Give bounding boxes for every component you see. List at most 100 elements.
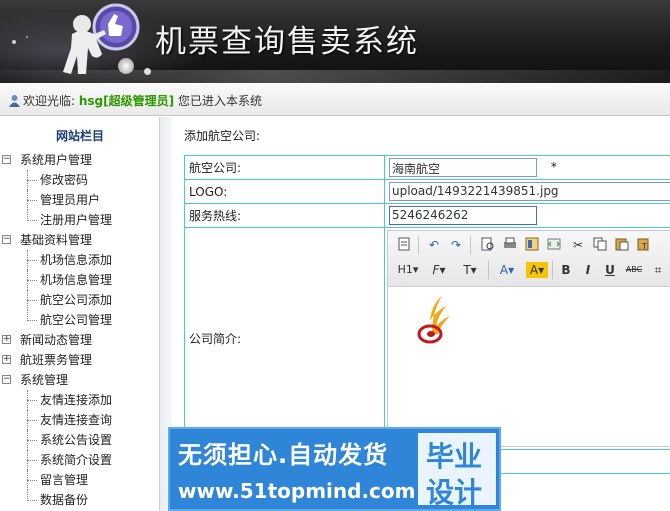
sidebar-item-label: 修改密码	[40, 173, 89, 187]
sidebar-group-label: 航班票务管理	[20, 353, 93, 367]
paste-icon[interactable]	[614, 237, 630, 253]
current-username: hsg[超级管理员]	[78, 94, 175, 108]
sidebar-group-news[interactable]: + 新闻动态管理	[0, 330, 160, 350]
sidebar-item-label: 友情连接查询	[40, 413, 113, 427]
sidebar-group-label: 新闻动态管理	[20, 333, 93, 347]
welcome-bar: 欢迎光临: hsg[超级管理员] 您已进入本系统	[0, 83, 670, 116]
print-icon[interactable]	[502, 237, 518, 253]
editor-toolbar: ↶ ↷ ✂ T H1▾ F▾ T▾ A▾ A▾ B I U ABC ⌗	[388, 231, 670, 287]
sidebar-item-messages[interactable]: 留言管理	[0, 470, 160, 490]
intro-cell: ↶ ↷ ✂ T H1▾ F▾ T▾ A▾ A▾ B I U ABC ⌗	[384, 227, 670, 450]
font-size-label: T	[463, 263, 471, 277]
sidebar-item-manage-airline[interactable]: 航空公司管理	[0, 310, 160, 330]
sidebar-item-manage-airport[interactable]: 机场信息管理	[0, 270, 160, 290]
sidebar-item-label: 留言管理	[40, 473, 89, 487]
heading-dropdown[interactable]: H1▾	[394, 262, 422, 278]
sidebar-item-label: 注册用户管理	[40, 213, 113, 227]
sidebar-item-add-airport[interactable]: 机场信息添加	[0, 250, 160, 270]
expand-icon[interactable]: +	[2, 335, 11, 344]
logo-label: LOGO:	[184, 179, 385, 204]
user-icon	[8, 94, 21, 107]
sidebar-item-query-link[interactable]: 友情连接查询	[0, 410, 160, 430]
strikethrough-button[interactable]: ABC	[624, 262, 644, 278]
bold-button[interactable]: B	[558, 262, 574, 278]
intro-label: 公司简介:	[184, 227, 385, 450]
section-title: 添加航空公司:	[184, 129, 261, 143]
toolbar-separator	[552, 261, 553, 279]
sidebar-item-add-airline[interactable]: 航空公司添加	[0, 290, 160, 310]
decor-dot	[26, 36, 28, 38]
highlight-button[interactable]: A▾	[526, 262, 548, 278]
sidebar-item-change-password[interactable]: 修改密码	[0, 170, 160, 190]
watermark-badge-line1: 毕业	[426, 440, 483, 473]
undo-icon[interactable]: ↶	[426, 237, 442, 253]
paste-text-icon[interactable]: T	[636, 237, 652, 253]
sidebar-item-announcement[interactable]: 系统公告设置	[0, 430, 160, 450]
welcome-prefix: 欢迎光临:	[23, 94, 76, 108]
touchscreen-figure-logo-icon	[60, 2, 150, 80]
watermark-badge-line2: 设计	[426, 476, 483, 509]
sidebar-group-system-users[interactable]: − 系统用户管理	[0, 150, 160, 170]
collapse-icon[interactable]: −	[2, 235, 11, 244]
sidebar-item-backup[interactable]: 数据备份	[0, 490, 160, 510]
sidebar-item-admin-users[interactable]: 管理员用户	[0, 190, 160, 210]
sidebar-tree: − 系统用户管理 修改密码 管理员用户 注册用户管理 − 基础资料管理 机场信息添加…	[0, 150, 160, 510]
logo-path-input[interactable]: upload/1493221439851.jpg	[389, 182, 670, 201]
sidebar-group-label: 系统用户管理	[20, 153, 93, 167]
copy-icon[interactable]	[592, 237, 608, 253]
highlight-label: A	[529, 263, 539, 277]
hotline-label: 服务热线:	[184, 203, 385, 228]
sidebar-item-label: 机场信息管理	[40, 273, 113, 287]
sidebar-group-flight-tickets[interactable]: + 航班票务管理	[0, 350, 160, 370]
italic-button[interactable]: I	[580, 262, 596, 278]
decor-dot	[12, 40, 16, 44]
font-color-label: A	[499, 263, 509, 277]
header-banner: 机票查询售卖系统	[0, 0, 670, 83]
hotline-cell: 5246246262	[384, 203, 670, 228]
cut-icon[interactable]: ✂	[570, 237, 586, 253]
sidebar-item-label: 数据备份	[40, 493, 89, 507]
svg-text:T: T	[641, 242, 647, 251]
template-icon[interactable]	[524, 237, 540, 253]
sidebar: 网站栏目 − 系统用户管理 修改密码 管理员用户 注册用户管理 − 基础资料管理 机…	[0, 117, 160, 511]
code-icon[interactable]	[546, 237, 562, 253]
hotline-input[interactable]: 5246246262	[389, 206, 537, 225]
sidebar-item-label: 航空公司添加	[40, 293, 113, 307]
app-title: 机票查询售卖系统	[155, 24, 419, 60]
toolbar-separator	[488, 261, 489, 279]
sidebar-group-label: 系统管理	[20, 373, 69, 387]
editor-content[interactable]	[388, 288, 670, 446]
sidebar-title: 网站栏目	[55, 129, 104, 143]
sidebar-item-add-link[interactable]: 友情连接添加	[0, 390, 160, 410]
hainan-airlines-logo-icon	[416, 294, 456, 346]
collapse-icon[interactable]: −	[2, 375, 11, 384]
redo-icon[interactable]: ↷	[448, 237, 464, 253]
sidebar-item-label: 航空公司管理	[40, 313, 113, 327]
font-family-dropdown[interactable]: F▾	[428, 262, 450, 278]
sidebar-item-label: 系统公告设置	[40, 433, 113, 447]
airline-name-input[interactable]: 海南航空	[389, 158, 537, 177]
header-shine	[0, 70, 670, 83]
preview-icon[interactable]	[480, 237, 496, 253]
source-icon[interactable]	[396, 237, 412, 253]
sidebar-item-label: 系统简介设置	[40, 453, 113, 467]
app-root: 机票查询售卖系统 欢迎光临: hsg[超级管理员] 您已进入本系统 网站栏目 −…	[0, 0, 670, 511]
sidebar-item-registered-users[interactable]: 注册用户管理	[0, 210, 160, 230]
expand-icon[interactable]: +	[2, 355, 11, 364]
sidebar-group-system[interactable]: − 系统管理	[0, 370, 160, 390]
airline-name-label: 航空公司:	[184, 155, 385, 180]
font-size-dropdown[interactable]: T▾	[458, 262, 482, 278]
font-label: F	[432, 263, 440, 277]
sidebar-group-basic-data[interactable]: − 基础资料管理	[0, 230, 160, 250]
underline-button[interactable]: U	[602, 262, 618, 278]
heading-label: H1	[397, 263, 413, 276]
rich-text-editor: ↶ ↷ ✂ T H1▾ F▾ T▾ A▾ A▾ B I U ABC ⌗	[387, 230, 670, 447]
font-color-button[interactable]: A▾	[496, 262, 518, 278]
collapse-icon[interactable]: −	[2, 155, 11, 164]
sidebar-item-intro-settings[interactable]: 系统简介设置	[0, 450, 160, 470]
table-icon[interactable]: ⌗	[650, 262, 666, 278]
sidebar-group-label: 基础资料管理	[20, 233, 93, 247]
watermark-badge: 毕业 设计	[416, 431, 498, 509]
logo-cell: upload/1493221439851.jpg	[384, 179, 670, 204]
watermark-url: www.51topmind.com	[178, 479, 416, 503]
